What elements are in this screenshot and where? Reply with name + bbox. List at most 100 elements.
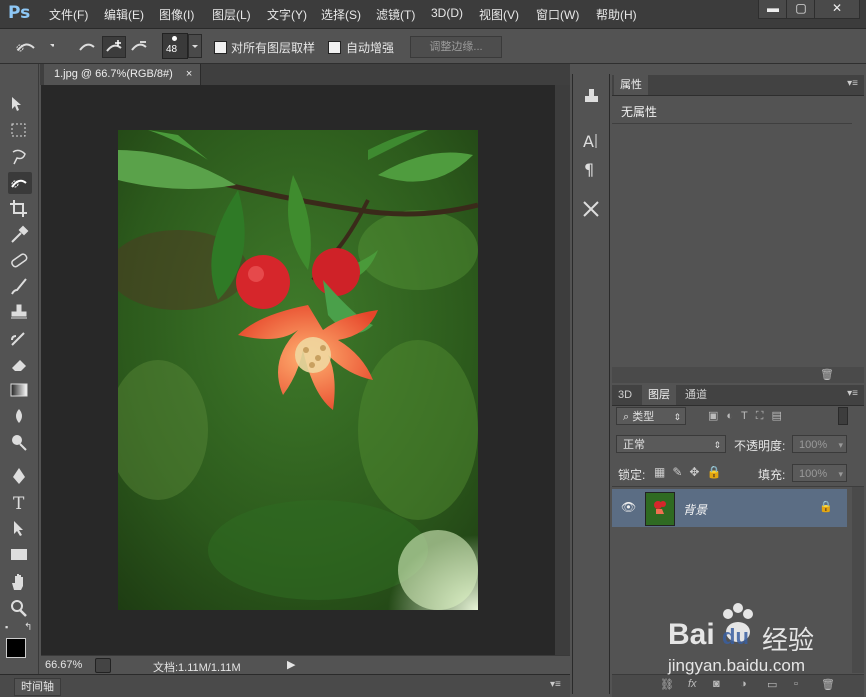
status-bar: 66.67% 文档:1.11M/1.11M ▶ xyxy=(41,655,570,675)
opacity-value: 100% xyxy=(799,439,828,451)
brush-tool-icon[interactable] xyxy=(8,276,32,298)
menu-filter[interactable]: 滤镜(T) xyxy=(376,6,415,23)
properties-footer: 🗑 xyxy=(612,367,864,383)
dropdown-icon: ▾ xyxy=(838,469,843,479)
tab-properties[interactable]: 属性 xyxy=(614,75,648,95)
filter-type-icons[interactable]: ▣◐T⛶▤ xyxy=(708,409,790,423)
history-brush-tool-icon[interactable] xyxy=(8,328,32,350)
pen-tool-icon[interactable] xyxy=(8,466,32,488)
crop-tool-icon[interactable] xyxy=(8,198,32,220)
menu-type[interactable]: 文字(Y) xyxy=(267,6,307,23)
updown-arrows-icon: ⇕ xyxy=(673,412,681,422)
menu-view[interactable]: 视图(V) xyxy=(479,6,519,23)
watermark-url: jingyan.baidu.com xyxy=(668,656,806,675)
tool-preset-picker[interactable] xyxy=(10,36,56,56)
tab-channels[interactable]: 通道 xyxy=(679,385,713,405)
swap-colors-icon[interactable]: ↰ xyxy=(24,622,32,633)
updown-arrows-icon: ⇕ xyxy=(713,440,721,450)
document-info: 文档:1.11M/1.11M xyxy=(153,662,241,674)
paragraph-panel-icon[interactable]: ¶ xyxy=(580,158,602,180)
properties-panel: 属性 ▾≡ 无属性 🗑 xyxy=(612,75,864,383)
tab-layers[interactable]: 图层 xyxy=(642,385,676,405)
timeline-menu-icon[interactable]: ▾≡ xyxy=(550,679,561,690)
quick-select-icon xyxy=(16,43,56,52)
tab-3d[interactable]: 3D xyxy=(612,385,638,405)
brush-dropdown-icon[interactable] xyxy=(188,34,202,58)
menu-window[interactable]: 窗口(W) xyxy=(536,6,579,23)
visibility-eye-icon[interactable]: 👁 xyxy=(621,500,636,514)
status-menu-arrow-icon[interactable]: ▶ xyxy=(287,658,295,671)
type-tool-icon[interactable]: T xyxy=(8,492,32,514)
blend-mode-select[interactable]: 正常 ⇕ xyxy=(616,435,726,453)
menu-3d[interactable]: 3D(D) xyxy=(431,6,463,20)
options-bar: 48 对所有图层取样 自动增强 调整边缘... xyxy=(0,29,866,64)
menu-help[interactable]: 帮助(H) xyxy=(596,6,637,23)
menu-select[interactable]: 选择(S) xyxy=(321,6,361,23)
brush-picker[interactable]: 48 xyxy=(162,33,188,59)
menu-layer[interactable]: 图层(L) xyxy=(212,6,251,23)
sample-all-layers-checkbox[interactable] xyxy=(214,40,227,55)
healing-brush-tool-icon[interactable] xyxy=(8,250,32,272)
auto-enhance-checkbox[interactable] xyxy=(328,40,341,55)
filter-toggle-switch[interactable] xyxy=(838,407,848,425)
delete-icon[interactable]: 🗑 xyxy=(820,368,834,381)
layer-filter-select[interactable]: ⌕ 类型 ⇕ xyxy=(616,407,686,425)
minimize-button[interactable]: ▬ xyxy=(758,0,788,19)
menu-edit[interactable]: 编辑(E) xyxy=(104,6,144,23)
close-button[interactable]: ✕ xyxy=(814,0,860,19)
fill-label: 填充: xyxy=(758,468,786,482)
brush-tip-icon xyxy=(172,36,177,41)
maximize-button[interactable]: ▢ xyxy=(786,0,816,19)
fill-value: 100% xyxy=(799,468,828,480)
new-selection-icon[interactable] xyxy=(76,36,98,56)
foreground-color-swatch[interactable] xyxy=(6,638,26,658)
menu-image[interactable]: 图像(I) xyxy=(159,6,194,23)
subtract-from-selection-icon[interactable] xyxy=(128,36,150,56)
layers-menu-icon[interactable]: ▾≡ xyxy=(847,388,858,399)
lasso-tool-icon[interactable] xyxy=(8,146,32,168)
dodge-tool-icon[interactable] xyxy=(8,432,32,454)
vertical-scrollbar[interactable] xyxy=(555,85,570,655)
refine-edge-button[interactable]: 调整边缘... xyxy=(410,36,502,58)
add-to-selection-icon[interactable] xyxy=(102,36,126,58)
menu-bar: Ps 文件(F) 编辑(E) 图像(I) 图层(L) 文字(Y) 选择(S) 滤… xyxy=(0,0,866,29)
properties-menu-icon[interactable]: ▾≡ xyxy=(847,78,858,89)
opacity-input[interactable]: 100% ▾ xyxy=(792,435,847,453)
tool-presets-icon[interactable] xyxy=(580,86,602,108)
clone-stamp-tool-icon[interactable] xyxy=(8,302,32,324)
move-tool-icon[interactable] xyxy=(8,94,32,116)
timeline-panel-bar: 时间轴 ▾≡ xyxy=(0,674,570,697)
close-tab-icon[interactable]: × xyxy=(186,68,192,80)
document-image[interactable] xyxy=(118,130,478,610)
divider xyxy=(612,486,864,487)
hand-tool-icon[interactable] xyxy=(8,572,32,594)
layer-name[interactable]: 背景 xyxy=(683,501,707,518)
blur-tool-icon[interactable] xyxy=(8,406,32,428)
eraser-tool-icon[interactable] xyxy=(8,354,32,376)
path-selection-tool-icon[interactable] xyxy=(8,518,32,540)
sample-all-layers-label: 对所有图层取样 xyxy=(231,41,316,55)
lock-icons[interactable]: ▦✎✥🔒 xyxy=(654,465,728,479)
tools-panel-icon[interactable] xyxy=(580,198,602,220)
watermark-brand-2: du xyxy=(722,624,749,649)
rectangle-tool-icon[interactable] xyxy=(8,544,32,566)
zoom-level[interactable]: 66.67% xyxy=(45,659,82,671)
watermark-cn: 经验 xyxy=(762,625,815,655)
zoom-tool-icon[interactable] xyxy=(8,598,32,620)
tools-panel: T ↰ ▪ xyxy=(0,64,39,694)
layer-lock-icon: 🔒 xyxy=(819,501,833,513)
marquee-tool-icon[interactable] xyxy=(8,120,32,142)
quick-selection-tool-icon[interactable] xyxy=(8,172,32,194)
lock-label: 锁定: xyxy=(618,468,646,482)
document-tab[interactable]: 1.jpg @ 66.7%(RGB/8#) × xyxy=(44,64,202,85)
character-panel-icon[interactable]: A xyxy=(580,130,602,152)
eyedropper-tool-icon[interactable] xyxy=(8,224,32,246)
fill-input[interactable]: 100% ▾ xyxy=(792,464,847,482)
gradient-tool-icon[interactable] xyxy=(8,380,32,402)
status-preview-icon[interactable] xyxy=(95,658,111,673)
document-tab-bar: 1.jpg @ 66.7%(RGB/8#) × xyxy=(40,64,570,85)
timeline-tab[interactable]: 时间轴 xyxy=(14,678,61,696)
menu-file[interactable]: 文件(F) xyxy=(49,6,88,23)
default-colors-icon[interactable]: ▪ xyxy=(5,622,8,632)
layer-row-background[interactable]: 👁 背景 🔒 xyxy=(612,489,847,527)
